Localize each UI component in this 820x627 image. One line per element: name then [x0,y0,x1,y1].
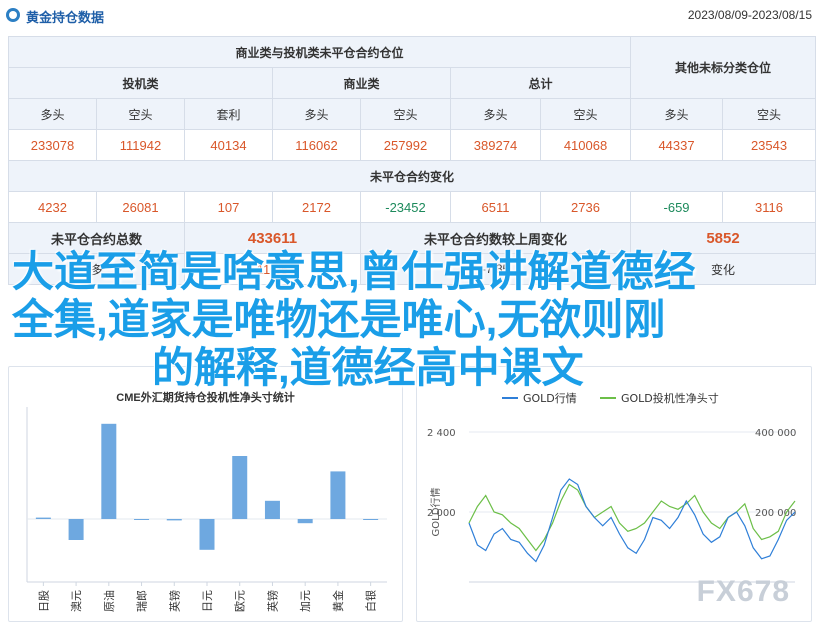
table-cell: -23452 [360,191,451,223]
values-row: 233078 111942 40134 116062 257992 389274… [8,129,817,161]
other-header: 其他未标分类仓位 [630,36,817,99]
subgroup-total: 总计 [449,67,632,99]
bar [134,519,150,520]
right-tick-label: 400 000 [755,428,796,439]
brand-logo-icon [6,8,20,22]
table-cell: 257992 [360,129,451,161]
bar [297,519,313,524]
table-cell: 111942 [96,129,185,161]
overlay-headline: 大道至简是啥意思,曾仕强讲解道德经 全集,道家是唯物还是唯心,无欲则刚 的解释,… [12,248,812,392]
column-header: 多头 [630,98,724,130]
column-header: 多头 [450,98,541,130]
bar-chart: 日股 澳元 原油 瑞郎 英镑 日元 欧元 英镑 加元 黄金 白银 [26,407,387,612]
group-header: 商业类与投机类未平仓合约仓位 [7,36,632,68]
table-cell: 107 [184,191,273,223]
table-cell: 410068 [539,129,632,161]
x-tick-label: 英镑 [167,590,181,612]
left-tick-label: 2 400 [427,428,456,439]
table-cell: 233078 [8,129,97,161]
bar [101,423,117,519]
x-tick-label: 原油 [102,590,116,612]
page-title: 黄金持仓数据 [26,10,105,25]
left-axis-label: GOLD行情 [429,488,442,537]
x-tick-label: 黄金 [331,590,345,612]
table-cell: 26081 [96,191,185,223]
column-header: 多头 [272,98,361,130]
bar [35,517,51,519]
bar [68,519,84,540]
table-cell: 2736 [539,191,632,223]
bar [166,519,182,521]
x-tick-label: 日股 [37,590,50,612]
speculative-net-chart-panel: CME外汇期货持仓投机性净头寸统计 日股 澳元 原油 瑞郎 英镑 日元 欧元 英镑 加元 黄金 白银 [8,366,403,622]
table-cell: 44337 [630,129,724,161]
overlay-line: 全集,道家是唯物还是唯心,无欲则刚 [12,296,666,343]
column-header: 空头 [360,98,451,130]
changes-row: 4232 26081 107 2172 -23452 6511 2736 -65… [8,191,817,223]
column-header: 多头 [8,98,97,130]
x-tick-label: 日元 [201,590,214,612]
bar [199,519,215,550]
x-tick-label: 白银 [364,590,378,612]
table-cell: 6511 [450,191,541,223]
table-cell: 389274 [450,129,541,161]
table-cell: 40134 [184,129,273,161]
column-header: 空头 [539,98,632,130]
x-tick-label: 瑞郎 [135,590,149,612]
bar [264,500,280,519]
change-header: 未平仓合约变化 [7,160,817,192]
table-cell: 2172 [272,191,361,223]
subgroup-commercial: 商业类 [272,67,451,99]
bar [330,471,346,519]
table-cell: 4232 [8,191,97,223]
table-cell: -659 [630,191,724,223]
column-header: 空头 [96,98,185,130]
table-cell: 23543 [722,129,817,161]
bar [363,519,379,520]
x-tick-label: 英镑 [265,590,279,612]
overlay-line: 的解释,道德经高中课文 [152,344,584,391]
gold-price-line [468,478,796,563]
table-cell: 116062 [272,129,361,161]
date-range: 2023/08/09-2023/08/15 [687,8,812,22]
legend-label: GOLD行情 [523,392,577,405]
subgroup-speculative: 投机类 [8,67,273,99]
x-tick-label: 澳元 [70,590,83,612]
column-header: 套利 [184,98,273,130]
overlay-line: 大道至简是啥意思,曾仕强讲解道德经 [12,248,696,295]
watermark-logo: FX678 [696,575,790,608]
top-bar: 黄金持仓数据 2023/08/09-2023/08/15 [0,0,820,30]
column-header-row: 多头 空头 套利 多头 空头 多头 空头 多头 空头 [8,98,817,130]
column-header: 空头 [722,98,817,130]
x-tick-label: 加元 [299,590,312,612]
net-position-line [468,483,796,552]
bar [232,456,248,519]
table-cell: 3116 [722,191,817,223]
x-tick-label: 欧元 [234,590,247,612]
legend-label: GOLD投机性净头寸 [621,391,719,405]
